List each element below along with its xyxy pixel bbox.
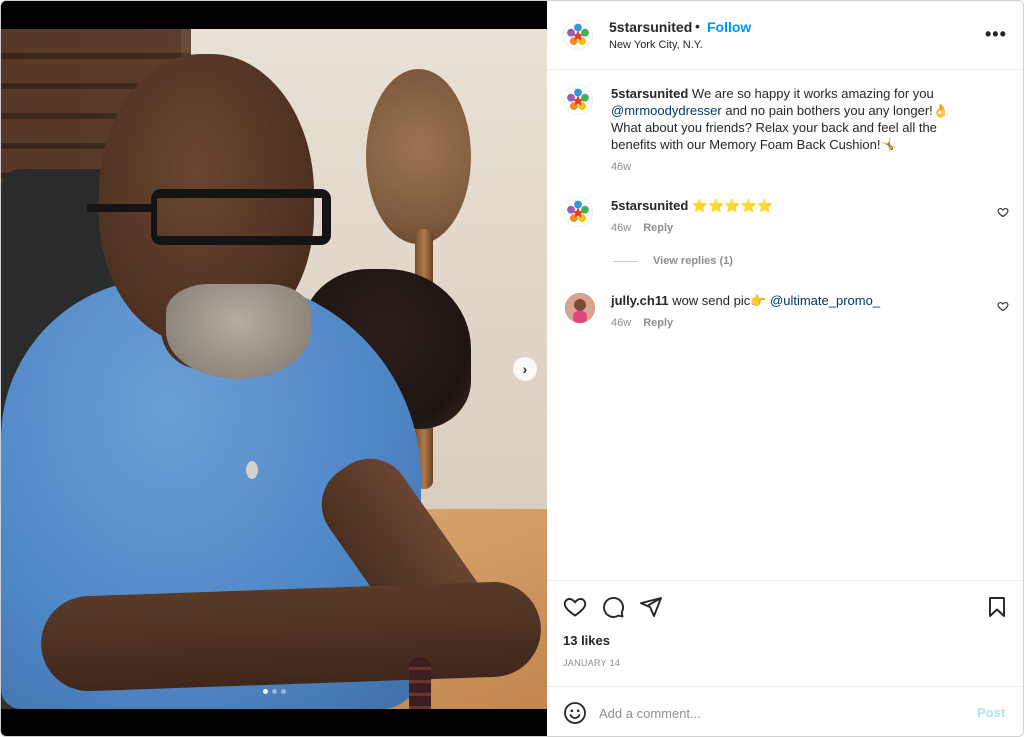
comment-text: wow send pic👉 <box>668 293 771 308</box>
comment-avatar[interactable] <box>563 197 593 227</box>
post-location[interactable]: New York City, N.Y. <box>609 39 703 51</box>
smiley-icon[interactable] <box>563 701 587 725</box>
photo-beard <box>166 284 311 379</box>
author-avatar[interactable] <box>563 20 593 50</box>
photo-arm <box>39 580 543 693</box>
user-photo-icon <box>565 293 595 323</box>
bookmark-icon[interactable] <box>985 595 1009 619</box>
carousel-dots <box>263 689 286 694</box>
brand-logo-icon <box>564 21 592 49</box>
caption-username[interactable]: 5starsunited <box>611 86 688 101</box>
caption-text-1: We are so happy it works amazing for you <box>688 86 934 101</box>
comment-mention[interactable]: @ultimate_promo_ <box>770 293 880 308</box>
comment-item: jully.ch11 wow send pic👉 @ultimate_promo… <box>611 292 976 332</box>
likes-count[interactable]: 13 likes <box>563 633 610 648</box>
post-modal: › 5starsunited • Follow New York City, N… <box>0 0 1024 737</box>
brand-logo-icon <box>564 86 592 114</box>
caption-meta: 46w <box>611 159 976 176</box>
header-username[interactable]: 5starsunited <box>609 19 692 35</box>
follow-button[interactable]: Follow <box>707 19 751 35</box>
comment-meta: 46w Reply <box>611 220 976 237</box>
view-replies-button[interactable]: View replies (1) <box>613 255 733 267</box>
comment-item: 5starsunited ⭐⭐⭐⭐⭐ 46w Reply <box>611 197 976 237</box>
photo-bracelet <box>409 657 431 709</box>
post-photo[interactable] <box>1 29 547 709</box>
post-media: › <box>1 1 547 736</box>
view-replies-line <box>613 260 637 262</box>
reply-button[interactable]: Reply <box>643 317 673 329</box>
comment-time[interactable]: 46w <box>611 222 631 234</box>
header-separator: • <box>695 18 700 34</box>
photo-necklace <box>246 461 258 479</box>
heart-icon[interactable] <box>997 206 1009 218</box>
carousel-dot <box>263 689 268 694</box>
post-comment-button[interactable]: Post <box>977 705 1005 720</box>
carousel-dot <box>281 689 286 694</box>
commenter-avatar[interactable] <box>565 293 595 323</box>
photo-hat <box>366 69 471 244</box>
post-date: JANUARY 14 <box>563 658 621 668</box>
view-replies-label: View replies (1) <box>653 255 733 267</box>
carousel-next-button[interactable]: › <box>513 357 537 381</box>
comment-text: ⭐⭐⭐⭐⭐ <box>688 198 773 213</box>
photo-glasses <box>87 189 331 245</box>
caption-time[interactable]: 46w <box>611 161 631 173</box>
caption-mention[interactable]: @mrmoodydresser <box>611 103 722 118</box>
heart-icon[interactable] <box>563 595 587 619</box>
comment-composer: Post <box>547 686 1023 736</box>
brand-logo-icon <box>564 198 592 226</box>
post-actions: 13 likes JANUARY 14 Post <box>547 580 1023 736</box>
comment-icon[interactable] <box>601 595 625 619</box>
post-caption: 5starsunited We are so happy it works am… <box>611 85 976 176</box>
comment-time[interactable]: 46w <box>611 317 631 329</box>
chevron-right-icon: › <box>522 361 528 377</box>
comment-username[interactable]: jully.ch11 <box>611 293 669 308</box>
post-header: 5starsunited • Follow New York City, N.Y… <box>547 1 1023 70</box>
reply-button[interactable]: Reply <box>643 222 673 234</box>
caption-avatar[interactable] <box>563 85 593 115</box>
post-side-panel: 5starsunited • Follow New York City, N.Y… <box>547 1 1023 736</box>
carousel-dot <box>272 689 277 694</box>
heart-icon[interactable] <box>997 300 1009 312</box>
comment-username[interactable]: 5starsunited <box>611 198 688 213</box>
paper-plane-icon[interactable] <box>639 595 663 619</box>
comment-input[interactable] <box>599 701 959 725</box>
more-options-icon[interactable]: ••• <box>985 25 1007 43</box>
comment-meta: 46w Reply <box>611 315 976 332</box>
